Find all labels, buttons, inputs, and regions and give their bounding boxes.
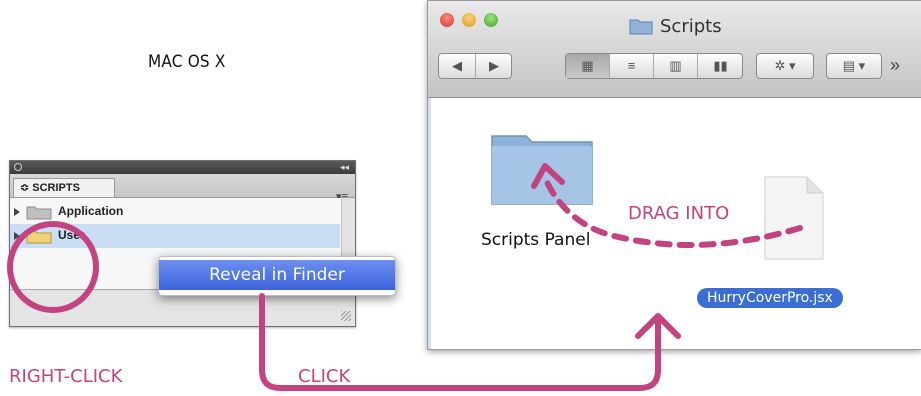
arrows-overlay [259,163,803,391]
click-arrow [259,293,661,391]
drag-arrow [542,175,803,248]
